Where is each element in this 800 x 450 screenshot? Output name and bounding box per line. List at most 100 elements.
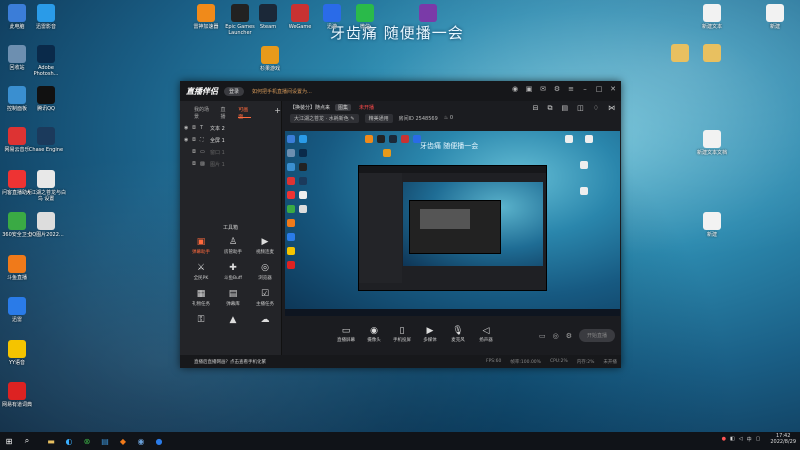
desktop-shortcut[interactable]: 新建 [755,4,795,30]
desktop-shortcut[interactable]: 新建 [692,212,732,238]
maximize-icon[interactable]: □ [595,85,603,93]
status-message[interactable]: 直播后直播网画？点击查看手机化繁 [194,359,266,365]
control-button[interactable]: ◁ 扬声器 [472,326,500,343]
lock-icon[interactable]: ◘ [192,149,200,155]
clipboard-icon[interactable]: ▤ [561,104,568,113]
control-button[interactable]: ▶ 多媒体 [416,326,444,343]
control-button[interactable]: ▯ 手机投屏 [388,326,416,343]
eye-icon[interactable]: ◉ [184,125,192,131]
desktop-shortcut[interactable]: 新建文本文档 [692,130,732,156]
network-icon[interactable]: ◧ [730,436,735,442]
category-button[interactable]: 大江湖之苍龙 · 水耗新色 ✎ [290,113,359,123]
desktop-shortcut[interactable]: 腾讯QQ [26,86,66,112]
steam-icon[interactable]: ◉ [132,432,150,450]
camera-toggle-icon[interactable]: ▭ [539,332,546,340]
douyu-icon[interactable]: ◆ [114,432,132,450]
scene-item-fullscreen[interactable]: ◉ ◘ ⛶ 全屏 1 [180,134,281,146]
tool-button[interactable]: ⚿ [186,314,216,327]
lock-icon[interactable]: ◘ [192,125,200,131]
settings-icon[interactable]: ⚙ [553,85,561,93]
desktop-shortcut[interactable]: 斗鱼直播 [0,255,37,281]
menu-icon[interactable]: ≡ [567,85,575,93]
control-button[interactable]: ▭ 直播屏幕 [332,326,360,343]
desktop-shortcut[interactable] [408,4,448,24]
browser-icon: ◎ [261,263,269,273]
clock[interactable]: 17:42 2022/8/29 [770,433,796,445]
desktop-shortcut[interactable]: 迅雷影音 [26,4,66,30]
obs-icon[interactable]: ● [150,432,168,450]
desktop-shortcut[interactable]: YY语音 [0,340,37,366]
tool-button[interactable]: ▤ 弹幕库 [218,288,248,307]
room-tag: 图集 [335,103,352,111]
room-id: 房间ID 2548569 [399,115,438,122]
desktop-shortcut[interactable]: Adobe Photosh... [26,45,66,77]
tab-my-scenes[interactable]: 我的场景 [194,106,211,120]
douyu-tray-icon[interactable]: ● [722,436,726,442]
desktop-shortcut[interactable]: QQ图片2022... [26,212,66,238]
share-screen-icon[interactable]: ⧉ [547,104,552,113]
tab-canvas[interactable]: 可画面 [238,106,252,120]
share-icon[interactable]: ⋈ [608,104,615,113]
skin-icon[interactable]: ▣ [525,85,533,93]
lock-icon[interactable]: ◘ [192,161,200,167]
desktop-shortcut[interactable]: 大江湖之苍龙与白鸟 设置 [26,170,66,202]
desktop-shortcut[interactable]: 网易有道词典 [0,382,37,408]
setting-button[interactable]: 精美通用 [364,113,393,123]
eye-icon[interactable]: ◉ [184,137,192,143]
file-explorer-icon[interactable]: ▬ [42,432,60,450]
gear-icon[interactable]: ⚙ [566,332,572,340]
edge-icon[interactable]: ◐ [60,432,78,450]
preview-shortcut-icon [287,191,295,199]
search-icon[interactable]: ⌕ [18,432,36,450]
tool-button[interactable]: ▲ [218,314,248,327]
control-label: 直播屏幕 [337,338,355,343]
input-method-icon[interactable]: 中 [747,436,752,443]
desktop-shortcut-label: YY语音 [8,360,26,366]
desktop-shortcut[interactable] [692,44,732,64]
scene-item-image[interactable]: ◘ ▨ 图片 1 [180,158,281,170]
tool-button[interactable]: ✚ 斗鱼Buff [218,262,248,281]
tool-button[interactable]: ◎ 浏览器 [250,262,280,281]
close-icon[interactable]: ✕ [609,85,617,93]
scene-label: 图片 1 [210,161,225,168]
bell-icon[interactable]: ♢ [593,104,599,113]
preview-shortcut-icon [287,247,295,255]
scene-item-text[interactable]: ◉ ◘ T 文本 2 [180,122,281,134]
tool-button[interactable]: ⚔ 全民PK [186,262,216,281]
tool-label: 视频连麦 [256,250,274,255]
start-live-button[interactable]: 开始直播 [578,329,615,342]
eye-icon[interactable]: ◎ [553,332,559,340]
login-button[interactable]: 登录 [224,86,245,96]
control-button[interactable]: ◉ 摄像头 [360,326,388,343]
recent-icon[interactable]: ◫ [577,104,584,113]
message-icon[interactable]: ✉ [539,85,547,93]
minimize-icon[interactable]: – [581,85,589,93]
notification-icon[interactable]: ▢ [756,436,761,442]
stream-preview[interactable]: 牙齿痛 随便播一会 [285,131,620,316]
preview-shortcut-icon [299,163,307,171]
desktop-shortcut[interactable]: 杉果游戏 [250,46,290,72]
tool-button[interactable]: ▣ 弹幕助手 [186,236,216,255]
control-button[interactable]: 🎙 麦克风 [444,326,472,343]
desktop-shortcut[interactable]: Chase Engine [26,127,66,153]
desktop-shortcut[interactable]: 新建文本 [692,4,732,30]
tab-live[interactable]: 直播 [220,106,229,120]
tool-button[interactable]: ☑ 主播任务 [250,288,280,307]
avatar-icon[interactable]: ◉ [511,85,519,93]
lock-icon[interactable]: ◘ [192,137,200,143]
tool-button[interactable]: ▦ 礼物任务 [186,288,216,307]
desktop-shortcut[interactable]: 微信 [345,4,385,30]
start-icon[interactable]: ⊞ [0,432,18,450]
tool-button[interactable]: ▶ 视频连麦 [250,236,280,255]
add-source-icon[interactable]: + [274,106,281,118]
store-icon[interactable]: ▤ [96,432,114,450]
tool-button[interactable]: ♙ 房管助手 [218,236,248,255]
desktop-shortcut-label: 杉果游戏 [259,66,280,72]
tool-button[interactable]: ☁ [250,314,280,327]
lock-icon[interactable]: ⊟ [533,104,539,113]
desktop-shortcut[interactable]: 迅雷 [0,297,37,323]
xbox-icon[interactable]: ⊗ [78,432,96,450]
volume-icon[interactable]: ◁ [739,436,743,442]
scene-item-window[interactable]: ◘ ▭ 窗口 1 [180,146,281,158]
promo-link[interactable]: 如何把手机直播间设置为... [252,88,312,95]
